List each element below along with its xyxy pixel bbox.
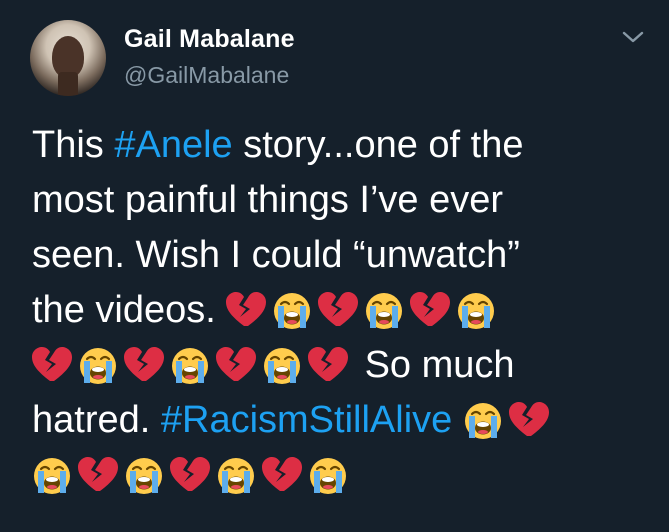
- broken-heart-icon: [262, 455, 302, 495]
- tweet-line-2: most painful things I’ve ever: [32, 179, 504, 221]
- tweet-text-segment: story...one of the: [232, 124, 524, 166]
- broken-heart-icon: [318, 290, 359, 330]
- loudly-crying-face-icon: [216, 455, 256, 495]
- broken-heart-icon: [78, 455, 118, 495]
- broken-heart-icon: [508, 400, 549, 440]
- avatar-neck: [58, 72, 78, 96]
- tweet-line-7: [32, 448, 662, 503]
- tweet-line-1: This #Anele story...one of the: [32, 118, 662, 173]
- tweet-card: Gail Mabalane @GailMabalane This #Anele …: [0, 0, 669, 532]
- tweet-line-6: hatred. #RacismStillAlive: [32, 393, 662, 448]
- broken-heart-icon: [216, 345, 256, 385]
- hashtag-anele[interactable]: #Anele: [114, 124, 232, 166]
- loudly-crying-face-icon: [272, 290, 312, 330]
- loudly-crying-face-icon: [78, 345, 118, 385]
- tweet-text: This #Anele story...one of the most pain…: [32, 118, 662, 503]
- avatar[interactable]: [30, 20, 106, 96]
- broken-heart-icon: [410, 290, 451, 330]
- loudly-crying-face-icon: [456, 290, 496, 330]
- broken-heart-icon: [170, 455, 210, 495]
- tweet-text-segment: the videos.: [32, 289, 216, 331]
- tweet-line-5: So much: [32, 338, 662, 393]
- tweet-line-4: the videos.: [32, 283, 662, 338]
- chevron-down-icon[interactable]: [620, 28, 646, 46]
- broken-heart-icon: [308, 345, 348, 385]
- loudly-crying-face-icon: [364, 290, 404, 330]
- broken-heart-icon: [124, 345, 164, 385]
- broken-heart-icon: [32, 345, 72, 385]
- tweet-text-segment: hatred.: [32, 399, 161, 441]
- hashtag-racismstillalive[interactable]: #RacismStillAlive: [161, 399, 452, 441]
- author-name[interactable]: Gail Mabalane: [124, 25, 295, 54]
- tweet-text-segment: So much: [364, 344, 515, 386]
- loudly-crying-face-icon: [308, 455, 348, 495]
- loudly-crying-face-icon: [463, 400, 503, 440]
- tweet-text-segment: This: [32, 124, 115, 166]
- author-handle[interactable]: @GailMabalane: [124, 62, 289, 89]
- broken-heart-icon: [226, 290, 267, 330]
- tweet-line-3: seen. Wish I could “unwatch”: [32, 234, 520, 276]
- loudly-crying-face-icon: [262, 345, 302, 385]
- loudly-crying-face-icon: [124, 455, 164, 495]
- loudly-crying-face-icon: [32, 455, 72, 495]
- loudly-crying-face-icon: [170, 345, 210, 385]
